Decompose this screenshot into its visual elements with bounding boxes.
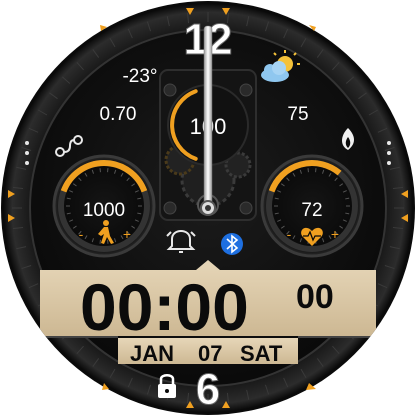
temperature-value: -23° [122,66,157,87]
marker-6: 6 [196,365,220,414]
time-hhmm: 00:00 [80,270,249,344]
heart-value: 72 [301,200,322,221]
date-weekday: SAT [240,341,283,366]
date-month: JAN [130,341,174,366]
watch-face: 12 100 -23° 0.70 75 [1,1,415,415]
left-value: 0.70 [100,104,137,125]
steps-plus: + [123,226,131,242]
time-seconds: 00 [296,278,334,316]
right-value: 75 [287,104,308,125]
heart-rate-subdial[interactable]: 72 - + [260,154,364,258]
heart-plus: + [331,226,339,242]
date-day: 07 [198,341,222,366]
steps-value: 1000 [83,200,125,221]
steps-minus: - [79,226,84,242]
heart-minus: - [287,226,292,242]
bluetooth-icon[interactable] [221,233,243,255]
steps-subdial[interactable]: 1000 - + [52,154,156,258]
